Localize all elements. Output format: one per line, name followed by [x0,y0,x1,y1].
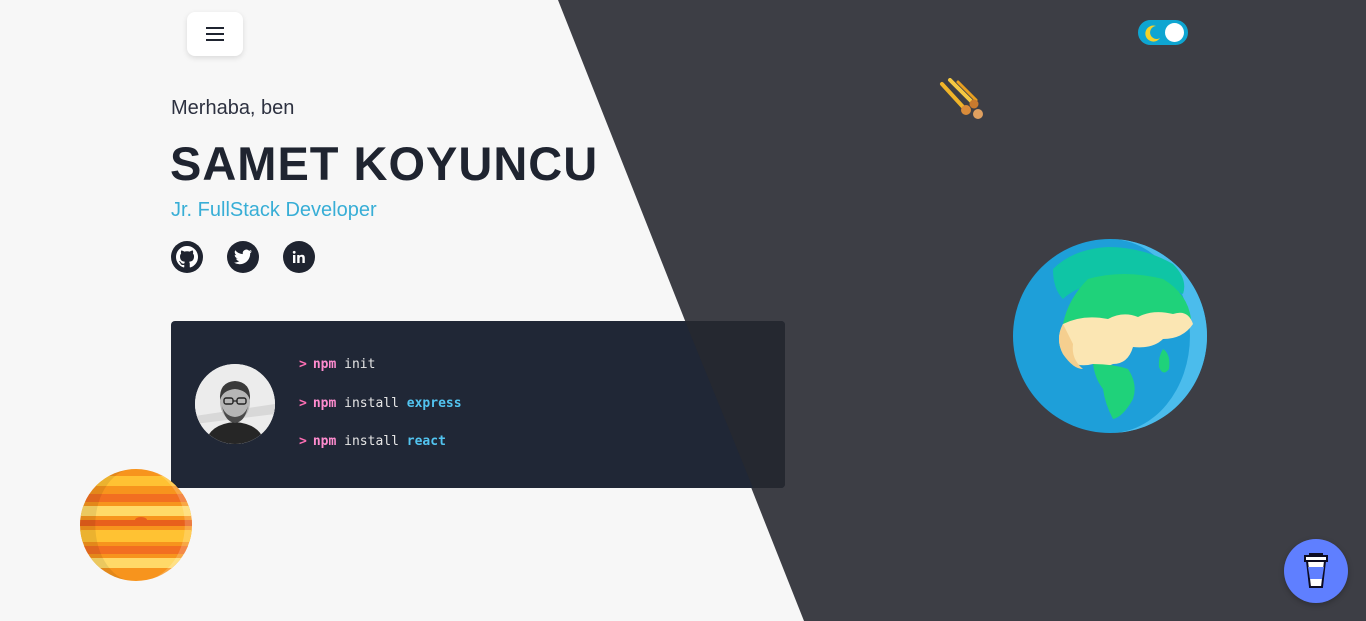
hamburger-menu-icon [206,27,224,41]
moon-icon [1145,25,1160,42]
linkedin-icon [292,250,305,263]
terminal-line: > npm install express [299,396,462,435]
coffee-cup-icon [1304,553,1328,588]
prompt-symbol: > [299,395,307,411]
page-title: SAMET KOYUNCU [170,137,599,190]
command-args: init [344,357,376,372]
coffee-button[interactable] [1284,539,1348,603]
earth-icon [1013,239,1207,433]
command-npm: npm [312,434,337,449]
toggle-knob [1165,23,1184,42]
command-package: react [406,434,446,449]
social-links [171,241,315,273]
twitter-link[interactable] [227,241,259,273]
menu-button[interactable] [187,12,243,56]
meteor-icon [940,78,983,119]
greeting-text: Merhaba, ben [171,97,295,119]
prompt-symbol: > [299,434,307,449]
command-args: install [344,395,399,411]
terminal-commands: > npm init > npm install express > npm inst… [299,357,462,473]
command-npm: npm [312,395,337,411]
theme-toggle[interactable] [1138,20,1188,45]
role-subtitle: Jr. FullStack Developer [171,199,377,221]
linkedin-link[interactable] [283,241,315,273]
github-link[interactable] [171,241,203,273]
command-npm: npm [312,357,337,372]
terminal-line: > npm init [299,357,462,396]
twitter-icon [234,249,252,265]
command-package: express [406,395,462,411]
command-args: install [344,434,399,449]
terminal-card: > npm init > npm install express > npm inst… [171,321,785,488]
terminal-line: > npm install react [299,434,462,473]
github-icon [176,246,198,268]
prompt-symbol: > [299,357,307,372]
avatar [195,364,275,444]
jupiter-icon [80,469,192,581]
